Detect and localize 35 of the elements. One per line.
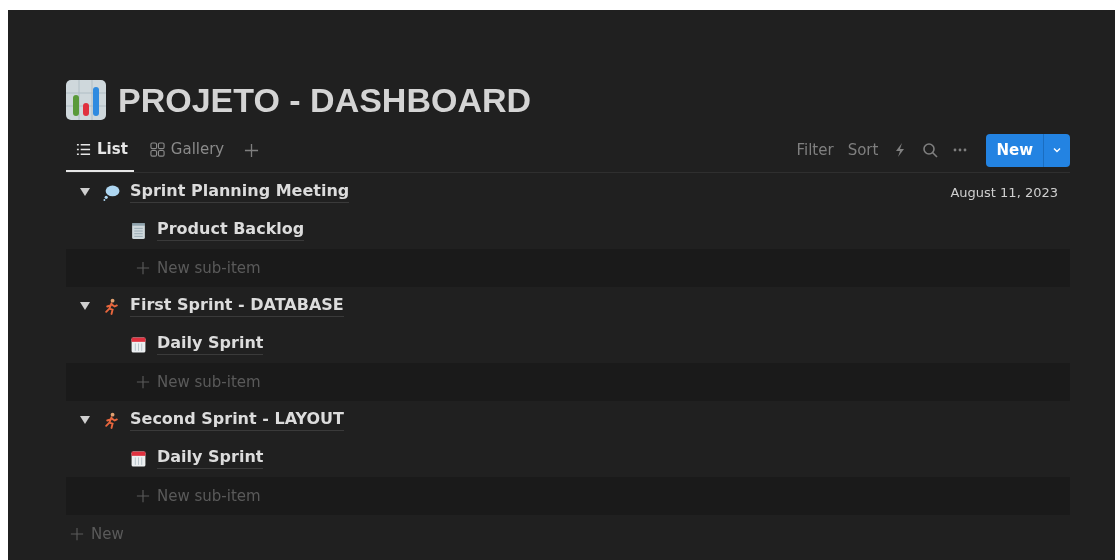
plus-icon [70,527,84,541]
item-date: August 11, 2023 [950,184,1058,200]
list-icon [76,141,91,157]
new-sub-item-button[interactable]: New sub-item [66,363,1070,401]
sub-item-title[interactable]: Daily Sprint [157,447,264,469]
new-sub-item-button[interactable]: New sub-item [66,477,1070,515]
sub-item-title[interactable]: Product Backlog [157,219,305,241]
plus-icon [136,261,150,275]
grid-icon [149,141,165,157]
add-view-icon[interactable] [244,142,260,158]
sort-button[interactable]: Sort [847,141,879,159]
sub-item-title[interactable]: Daily Sprint [157,333,264,355]
toggle-icon[interactable] [80,301,90,311]
notepad-icon [130,221,147,239]
runner-icon [103,297,120,315]
new-sub-item-button[interactable]: New sub-item [66,249,1070,287]
new-item-button[interactable]: New [66,515,124,553]
calendar-icon [130,449,147,467]
filter-button[interactable]: Filter [796,141,834,159]
page-title: PROJETO - DASHBOARD [118,80,532,120]
item-title[interactable]: Second Sprint - LAYOUT [130,409,344,431]
view-tab[interactable]: List [66,128,134,172]
item-title[interactable]: Sprint Planning Meeting [130,181,350,203]
plus-icon [136,375,150,389]
plus-icon [136,489,150,503]
bar-chart-icon [66,80,106,120]
chevron-down-icon [1052,145,1062,155]
item-title[interactable]: First Sprint - DATABASE [130,295,344,317]
search-icon[interactable] [922,142,939,158]
toggle-icon[interactable] [80,415,90,425]
thought-bubble-icon [103,183,120,201]
runner-icon [103,411,120,429]
toggle-icon[interactable] [80,187,90,197]
calendar-icon [130,335,147,353]
view-tab[interactable]: Gallery [139,128,231,172]
